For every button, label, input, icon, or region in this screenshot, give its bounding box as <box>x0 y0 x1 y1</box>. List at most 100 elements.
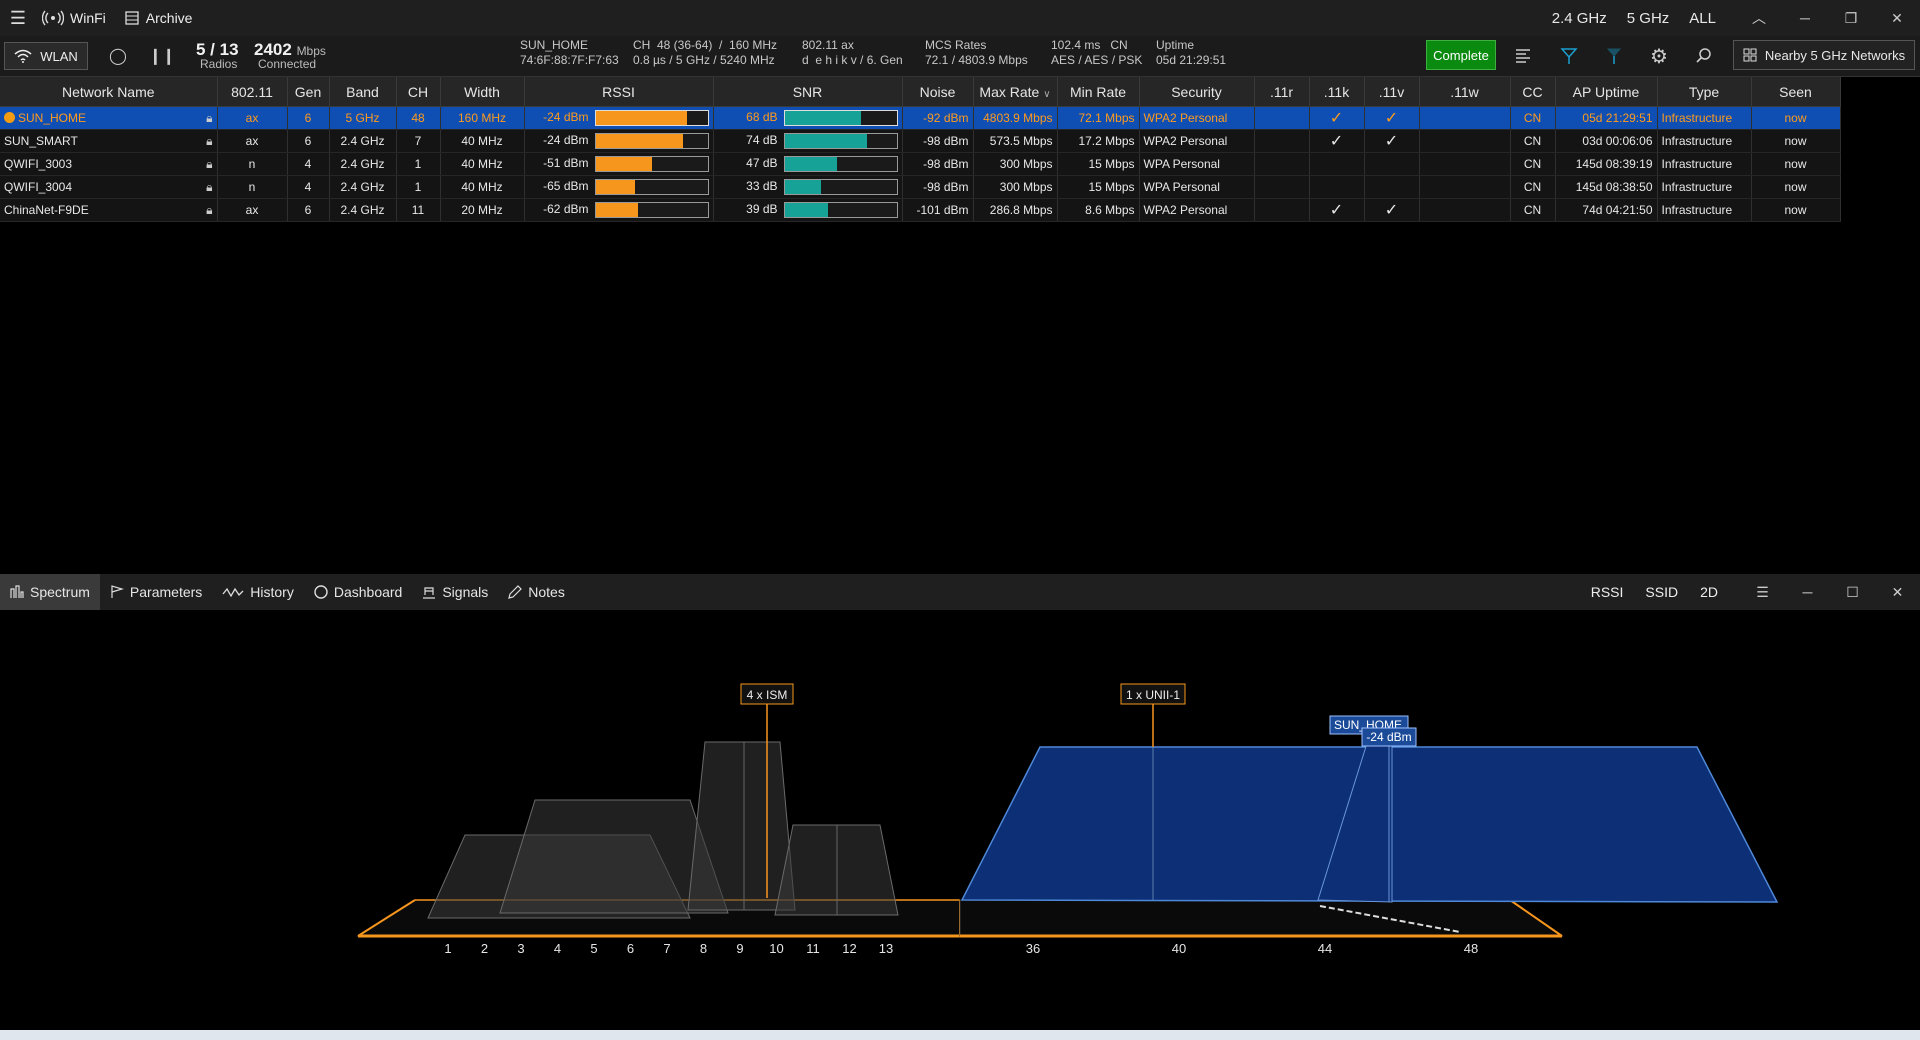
lock-icon: 🔒︎ <box>206 202 213 217</box>
antenna-icon[interactable] <box>1602 44 1626 68</box>
col-header-11r[interactable]: .11r <box>1254 77 1310 107</box>
cell-ch: 48 <box>396 106 441 130</box>
rssi-bar <box>594 156 709 172</box>
rate-unit: Mbps <box>296 44 326 58</box>
band-24-button[interactable]: 2.4 GHz <box>1552 10 1607 27</box>
col-header-min-rate[interactable]: Min Rate <box>1057 77 1140 107</box>
table-row[interactable]: SUN_HOME 🔒︎ ax 6 5 GHz 48 160 MHz -24 dBm 68 dB -… <box>0 106 1841 130</box>
record-circle-icon[interactable]: ◯ <box>106 44 130 68</box>
tab-history[interactable]: History <box>212 574 304 610</box>
max-rate-header-label: Max Rate <box>979 83 1040 100</box>
col-header-11k[interactable]: .11k <box>1309 77 1365 107</box>
cell-noise: -98 dBm <box>902 152 974 176</box>
rssi-bar-fill <box>595 180 635 194</box>
table-row[interactable]: ChinaNet-F9DE 🔒︎ ax 6 2.4 GHz 11 20 MHz -62 dBm… <box>0 198 1841 222</box>
tab-parameters[interactable]: Parameters <box>100 574 212 610</box>
col-header-band[interactable]: Band <box>329 77 397 107</box>
panel-maximize-button[interactable]: ☐ <box>1830 584 1875 601</box>
table-header-row: Network Name 802.11 Gen Band CH Width RS… <box>0 77 1841 107</box>
col-header-cc[interactable]: CC <box>1510 77 1556 107</box>
panel-menu-icon[interactable]: ☰ <box>1740 584 1785 601</box>
cell-cc: CN <box>1510 106 1556 130</box>
cell-min: 8.6 Mbps <box>1057 198 1140 222</box>
conn-ssid-block: SUN_HOME 74:6F:88:7F:F7:63 <box>520 38 619 68</box>
tab-notes-label: Notes <box>528 584 565 600</box>
col-header-type[interactable]: Type <box>1657 77 1752 107</box>
lock-icon: 🔒︎ <box>206 179 213 194</box>
tab-spectrum[interactable]: Spectrum <box>0 574 100 610</box>
rssi-toggle[interactable]: RSSI <box>1591 584 1624 600</box>
archive-button[interactable]: Archive <box>124 10 192 26</box>
panel-minimize-button[interactable]: ─ <box>1785 584 1830 600</box>
col-header-ch[interactable]: CH <box>396 77 441 107</box>
cell-w <box>1419 129 1511 153</box>
band-5-button[interactable]: 5 GHz <box>1627 10 1670 27</box>
wlan-button[interactable]: WLAN <box>4 42 88 70</box>
cell-w <box>1419 106 1511 130</box>
lock-icon: 🔒︎ <box>206 110 213 125</box>
snr-value: 68 dB <box>746 110 778 125</box>
col-header-gen[interactable]: Gen <box>287 77 330 107</box>
col-header-snr[interactable]: SNR <box>713 77 903 107</box>
cell-k: ✓ <box>1309 198 1365 222</box>
channel-label: 48 <box>1464 941 1478 956</box>
conn-standard: 802.11 ax <box>802 38 854 52</box>
col-header-max-rate[interactable]: Max Rate ∨ <box>973 77 1058 107</box>
snr-bar <box>783 133 898 149</box>
cell-type: Infrastructure <box>1657 152 1752 176</box>
col-header-noise[interactable]: Noise <box>902 77 974 107</box>
channel-label: 10 <box>769 941 783 956</box>
col-header-11v[interactable]: .11v <box>1364 77 1420 107</box>
pause-icon[interactable]: ❙❙ <box>149 44 176 68</box>
tab-dashboard[interactable]: Dashboard <box>304 574 413 610</box>
close-button[interactable]: ✕ <box>1874 0 1920 36</box>
restore-button[interactable]: ❐ <box>1828 0 1874 36</box>
col-header-security[interactable]: Security <box>1139 77 1255 107</box>
cell-r <box>1254 106 1310 130</box>
band-all-button[interactable]: ALL <box>1689 10 1716 27</box>
cell-v <box>1364 175 1420 199</box>
app-title: WinFi <box>42 10 106 26</box>
list-align-icon[interactable] <box>1511 44 1535 68</box>
cell-v: ✓ <box>1364 198 1420 222</box>
col-header-11w[interactable]: .11w <box>1419 77 1511 107</box>
tab-notes[interactable]: Notes <box>498 574 575 610</box>
col-header-seen[interactable]: Seen <box>1751 77 1841 107</box>
minimize-button[interactable]: ─ <box>1782 0 1828 36</box>
cell-max: 286.8 Mbps <box>973 198 1058 222</box>
table-row[interactable]: QWIFI_3003 🔒︎ n 4 2.4 GHz 1 40 MHz -51 dBm 47 dB… <box>0 152 1841 176</box>
cell-noise: -101 dBm <box>902 198 974 222</box>
gear-icon[interactable]: ⚙ <box>1647 44 1671 68</box>
collapse-chevron-up-icon[interactable]: ︿ <box>1736 0 1782 36</box>
connected-indicator-icon <box>4 111 15 123</box>
search-icon[interactable] <box>1692 44 1716 68</box>
tab-signals[interactable]: Signals <box>412 574 498 610</box>
snr-value: 33 dB <box>746 179 778 194</box>
title-bar: ☰ WinFi Archive 2.4 GHz 5 GHz ALL ︿ ─ ❐ … <box>0 0 1920 36</box>
panel-close-button[interactable]: ✕ <box>1875 584 1920 601</box>
nearby-networks-button[interactable]: Nearby 5 GHz Networks <box>1733 40 1915 70</box>
ssid-toggle[interactable]: SSID <box>1645 584 1678 600</box>
wlan-label: WLAN <box>40 48 78 64</box>
channel-label: 8 <box>700 941 707 956</box>
cell-snr: 39 dB <box>713 198 903 222</box>
snr-bar-fill <box>784 134 868 148</box>
view-mode-toggle[interactable]: 2D <box>1700 584 1718 600</box>
network-trapezoid-sun-smart[interactable] <box>687 741 796 911</box>
col-header-rssi[interactable]: RSSI <box>524 77 714 107</box>
col-header-80211[interactable]: 802.11 <box>217 77 288 107</box>
cell-k: ✓ <box>1309 129 1365 153</box>
antenna-filter-icon[interactable] <box>1557 44 1581 68</box>
archive-icon <box>125 11 139 25</box>
hamburger-menu-icon[interactable]: ☰ <box>0 0 36 36</box>
table-row[interactable]: SUN_SMART 🔒︎ ax 6 2.4 GHz 7 40 MHz -24 dBm 74 dB… <box>0 129 1841 153</box>
col-header-network-name[interactable]: Network Name <box>0 77 218 107</box>
rssi-value: -51 dBm <box>543 156 589 171</box>
table-row[interactable]: QWIFI_3004 🔒︎ n 4 2.4 GHz 1 40 MHz -65 dBm 33 dB… <box>0 175 1841 199</box>
col-header-width[interactable]: Width <box>440 77 525 107</box>
rssi-value: -62 dBm <box>543 202 589 217</box>
complete-button[interactable]: Complete <box>1426 40 1496 70</box>
col-header-ap-uptime[interactable]: AP Uptime <box>1555 77 1658 107</box>
channel-label: 44 <box>1318 941 1332 956</box>
cell-std: ax <box>217 129 288 153</box>
